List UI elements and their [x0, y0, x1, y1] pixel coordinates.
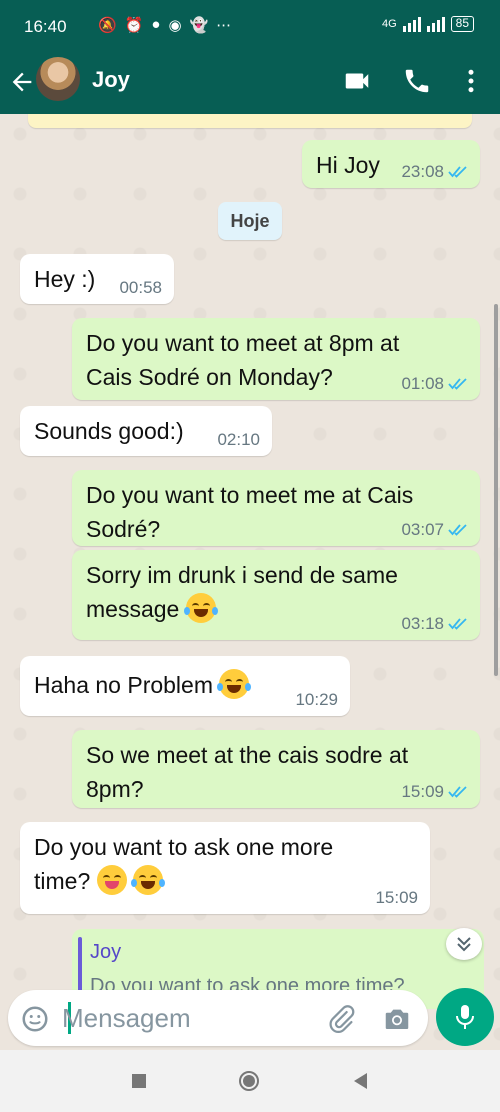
message-line: So we meet at the cais sodre at: [86, 742, 409, 768]
contact-name[interactable]: Joy: [92, 67, 130, 93]
message-text: Do you want to meet at 8pm at Cais Sodré…: [86, 326, 399, 394]
laughing-tears-emoji-icon: [217, 669, 252, 699]
message-time: 03:18: [401, 614, 444, 633]
message-bubble-outgoing[interactable]: Sorry im drunk i send de same message 03…: [72, 550, 480, 640]
message-text: Haha no Problem: [34, 668, 252, 702]
message-meta: 00:58: [119, 278, 162, 298]
message-bubble-outgoing[interactable]: So we meet at the cais sodre at 8pm? 15:…: [72, 730, 480, 808]
message-line: time?: [34, 868, 91, 894]
message-time: 10:29: [295, 690, 338, 709]
back-arrow-icon[interactable]: [8, 68, 36, 96]
network-type: 4G: [381, 18, 397, 30]
more-notifications-icon: ⋯: [216, 17, 232, 34]
message-text: So we meet at the cais sodre at 8pm?: [86, 738, 408, 806]
attach-icon[interactable]: [326, 1004, 356, 1034]
message-time: 03:07: [401, 520, 444, 539]
message-bubble-incoming[interactable]: Hey :) 00:58: [20, 254, 174, 304]
message-bubble-incoming[interactable]: Sounds good:) 02:10: [20, 406, 272, 456]
more-options-icon[interactable]: [456, 66, 486, 96]
scroll-to-bottom-button[interactable]: [446, 928, 482, 960]
battery-level: 85: [455, 16, 469, 30]
message-bubble-outgoing[interactable]: Hi Joy 23:08: [302, 140, 480, 188]
message-line: Haha no Problem: [34, 672, 213, 698]
message-meta: 02:10: [217, 430, 260, 450]
message-line: 8pm?: [86, 776, 144, 802]
laughing-tears-emoji-icon: [183, 593, 218, 623]
message-time: 15:09: [401, 782, 444, 801]
home-icon[interactable]: [238, 1070, 260, 1092]
status-right: 4G 85: [382, 16, 474, 32]
message-line: Do you want to meet at 8pm at: [86, 330, 400, 356]
message-text: Sorry im drunk i send de same message: [86, 558, 398, 626]
message-bubble-outgoing[interactable]: Do you want to meet me at Cais Sodré? 03…: [72, 470, 480, 546]
read-ticks-icon: [448, 618, 467, 630]
message-meta: 03:18: [401, 614, 468, 634]
message-time: 00:58: [119, 278, 162, 297]
message-bubble-incoming[interactable]: Do you want to ask one more time? 15:09: [20, 822, 430, 914]
laughing-tears-emoji-icon: [131, 865, 166, 895]
message-time: 15:09: [375, 888, 418, 907]
message-composer: [8, 990, 428, 1046]
chat-header: Joy: [0, 56, 500, 114]
message-line: Sodré?: [86, 516, 161, 542]
message-line: message: [86, 596, 180, 622]
video-call-icon[interactable]: [342, 66, 372, 96]
message-line: Do you want to meet me at Cais: [86, 482, 414, 508]
message-meta: 01:08: [401, 374, 468, 394]
system-nav-bar: [0, 1050, 500, 1112]
message-text: Sounds good:): [34, 418, 184, 444]
message-meta: 10:29: [295, 690, 338, 710]
notification-icons: 🔕 ⏰ ● ◉ 👻 ⋯: [98, 16, 231, 34]
battery-icon: 85: [450, 16, 474, 32]
message-bubble-incoming[interactable]: Haha no Problem 10:29: [20, 656, 350, 716]
contact-avatar[interactable]: [36, 57, 80, 101]
snapchat-icon: 👻: [189, 17, 209, 34]
encryption-notice: [28, 114, 472, 128]
read-ticks-icon: [448, 166, 467, 178]
message-bubble-outgoing[interactable]: Do you want to meet at 8pm at Cais Sodré…: [72, 318, 480, 400]
message-meta: 03:07: [401, 520, 468, 540]
reply-author: Joy: [90, 941, 122, 963]
scrollbar[interactable]: [494, 304, 498, 676]
winking-tongue-emoji-icon: [96, 865, 127, 895]
message-text: Hey :): [34, 266, 96, 292]
message-line: Cais Sodré on Monday?: [86, 364, 333, 390]
message-line-with-emoji: time?: [34, 864, 333, 898]
camera-icon[interactable]: [382, 1004, 412, 1034]
message-input[interactable]: [62, 998, 322, 1038]
emoji-icon[interactable]: [20, 1004, 50, 1034]
chat-area[interactable]: Hi Joy 23:08 Hoje Hey :) 00:58 Do you wa…: [0, 114, 500, 1050]
voice-call-icon[interactable]: [402, 66, 432, 96]
message-text: Hi Joy: [316, 152, 380, 178]
read-ticks-icon: [448, 378, 467, 390]
mute-icon: 🔕: [98, 17, 117, 34]
message-line-with-emoji: message: [86, 592, 398, 626]
status-time: 16:40: [24, 17, 67, 36]
signal-2-icon: [426, 16, 445, 32]
voice-message-button[interactable]: [436, 988, 494, 1046]
date-chip: Hoje: [218, 202, 282, 240]
read-ticks-icon: [448, 786, 467, 798]
double-chevron-down-icon: [457, 937, 471, 952]
message-meta: 15:09: [375, 888, 418, 908]
microphone-icon: [456, 1005, 474, 1029]
message-text: Do you want to meet me at Cais Sodré?: [86, 478, 413, 546]
alarm-icon: ⏰: [124, 17, 144, 34]
message-time: 02:10: [217, 430, 260, 449]
recents-icon[interactable]: [128, 1070, 150, 1092]
message-meta: 23:08: [401, 162, 468, 182]
app-notification-icon: ●: [151, 16, 161, 33]
chrome-icon: ◉: [168, 17, 182, 34]
message-meta: 15:09: [401, 782, 468, 802]
message-line: Sorry im drunk i send de same: [86, 562, 398, 588]
read-ticks-icon: [448, 524, 467, 536]
back-icon[interactable]: [350, 1070, 372, 1092]
signal-icon: [402, 16, 421, 32]
message-text: Do you want to ask one more time?: [34, 830, 333, 898]
message-line: Do you want to ask one more: [34, 834, 334, 860]
message-time: 01:08: [401, 374, 444, 393]
message-time: 23:08: [401, 162, 444, 181]
status-bar: 16:40 🔕 ⏰ ● ◉ 👻 ⋯ 4G 85: [0, 0, 500, 56]
